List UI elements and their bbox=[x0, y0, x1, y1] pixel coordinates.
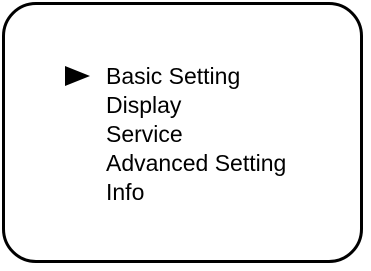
menu-item-label: Service bbox=[106, 121, 183, 147]
menu-item-label: Display bbox=[106, 92, 182, 118]
menu-item-label: Basic Setting bbox=[106, 63, 241, 89]
menu-item-info[interactable]: Info bbox=[106, 178, 286, 207]
menu-item-service[interactable]: Service bbox=[106, 120, 286, 149]
menu-item-basic-setting[interactable]: Basic Setting bbox=[65, 62, 286, 91]
menu-item-label: Advanced Setting bbox=[106, 150, 287, 176]
menu-item-advanced-setting[interactable]: Advanced Setting bbox=[106, 149, 286, 178]
menu-item-display[interactable]: Display bbox=[106, 91, 286, 120]
menu-item-label: Info bbox=[106, 179, 145, 205]
menu-screen: Basic Setting Display Service Advanced S… bbox=[2, 2, 363, 263]
menu-list: Basic Setting Display Service Advanced S… bbox=[65, 62, 286, 207]
triangle-right-icon bbox=[65, 66, 90, 86]
